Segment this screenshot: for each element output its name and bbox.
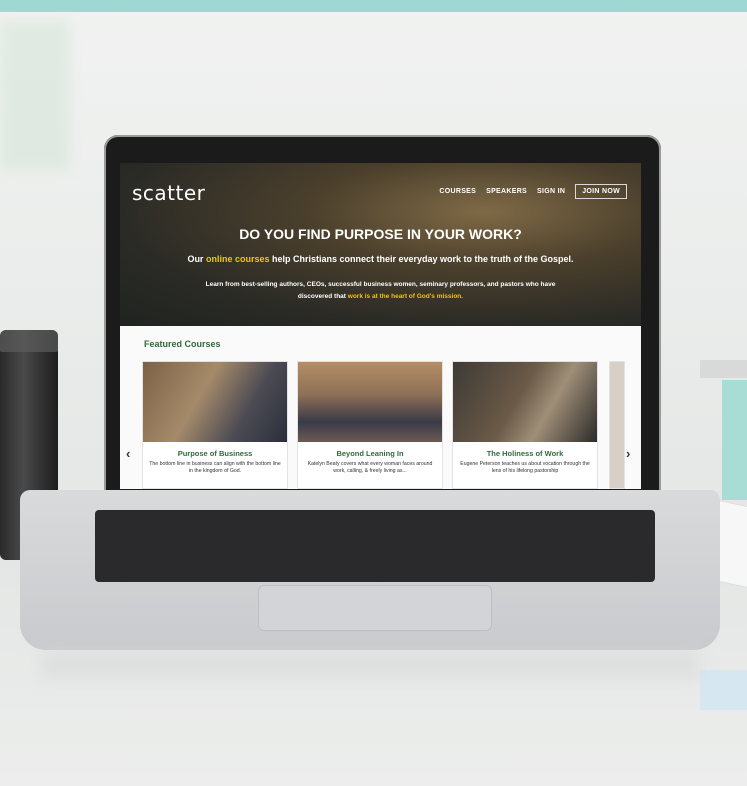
carousel-next-arrow[interactable]: › (626, 446, 630, 461)
mint-box (722, 380, 747, 500)
coffee-mug-rim (0, 330, 58, 352)
carousel-prev-arrow[interactable]: ‹ (126, 446, 130, 461)
laptop-keyboard (95, 510, 655, 582)
course-image (298, 362, 442, 442)
course-title: Purpose of Business (177, 449, 253, 458)
online-courses-link[interactable]: online courses (206, 254, 270, 264)
laptop-trackpad (258, 585, 492, 631)
course-card-purpose-of-business[interactable]: Purpose of Business The bottom line in b… (142, 361, 288, 489)
desk-object-blue (700, 670, 747, 710)
course-title: Beyond Leaning In (336, 449, 404, 458)
course-description: Eugene Peterson teaches us about vocatio… (460, 461, 590, 474)
nav-sign-in[interactable]: SIGN IN (537, 188, 565, 195)
top-color-bar (0, 0, 747, 12)
course-description: The bottom line in business can align wi… (149, 461, 281, 474)
site-logo[interactable]: scatter (132, 181, 205, 205)
hero-description: Learn from best-selling authors, CEOs, s… (180, 279, 581, 303)
background-blur-object (0, 20, 70, 170)
course-card-beyond-leaning-in[interactable]: Beyond Leaning In Katelyn Beaty covers w… (297, 361, 443, 489)
hero-sub-post: help Christians connect their everyday w… (269, 254, 574, 264)
hero-description-line2-pre: discovered that (297, 293, 348, 300)
hero-banner: scatter COURSES SPEAKERS SIGN IN JOIN NO… (120, 163, 641, 326)
course-card-peek (609, 361, 625, 489)
hero-headline: DO YOU FIND PURPOSE IN YOUR WORK? (239, 226, 522, 242)
nav-speakers[interactable]: SPEAKERS (486, 188, 527, 195)
course-image (143, 362, 287, 442)
laptop-shadow (40, 650, 700, 680)
featured-courses-title: Featured Courses (144, 339, 221, 349)
nav-courses[interactable]: COURSES (439, 188, 476, 195)
laptop-screen: scatter COURSES SPEAKERS SIGN IN JOIN NO… (120, 163, 641, 489)
hero-description-line1: Learn from best-selling authors, CEOs, s… (205, 281, 556, 288)
top-nav: COURSES SPEAKERS SIGN IN JOIN NOW (439, 184, 627, 199)
hero-subheadline: Our online courses help Christians conne… (120, 254, 641, 264)
course-title: The Holiness of Work (486, 449, 564, 458)
hero-sub-pre: Our (187, 254, 206, 264)
hero-description-highlight: work is at the heart of God's mission. (347, 293, 464, 300)
course-card-holiness-of-work[interactable]: The Holiness of Work Eugene Peterson tea… (452, 361, 598, 489)
desk-object (700, 360, 747, 378)
background-scene: scatter COURSES SPEAKERS SIGN IN JOIN NO… (0, 0, 747, 786)
course-image (453, 362, 597, 442)
course-description: Katelyn Beaty covers what every woman fa… (307, 461, 433, 474)
hero-description-line2: discovered that work is at the heart of … (180, 291, 581, 303)
join-now-button[interactable]: JOIN NOW (575, 184, 627, 199)
